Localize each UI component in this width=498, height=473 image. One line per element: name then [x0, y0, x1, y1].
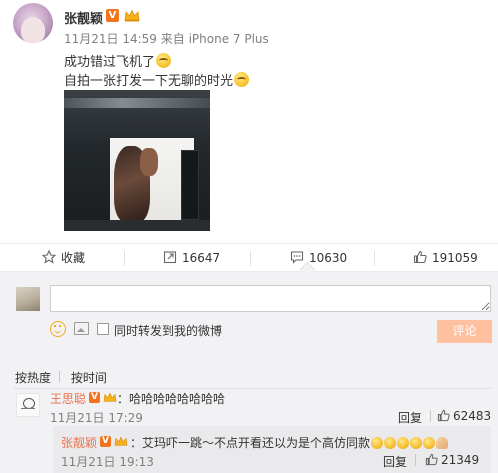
sort-by-time-tab[interactable]: 按时间: [71, 371, 107, 385]
laughing-emoji-icon: [410, 437, 423, 449]
thumbs-up-icon: [437, 409, 450, 422]
my-avatar[interactable]: [16, 287, 40, 311]
photo-hand: [140, 148, 158, 176]
post-text-line: 成功错过飞机了: [64, 51, 172, 70]
vip-crown-icon[interactable]: [103, 392, 117, 403]
post-photo[interactable]: [64, 90, 210, 231]
photo-floor: [64, 220, 210, 231]
clapping-hands-icon: [436, 437, 449, 449]
post-text: 自拍一张打发一下无聊的时光: [64, 74, 234, 89]
reply-text: ：艾玛吓一跳～不点开看还以为是个高仿同款: [130, 436, 371, 450]
replier-name[interactable]: 张靓颖: [61, 434, 97, 451]
laughing-emoji-icon: [423, 437, 436, 449]
weibo-post: 张靓颖 V 11月21日 14:59 来自 iPhone 7 Plus 成功错过…: [0, 0, 498, 243]
laughing-emoji-icon: [397, 437, 410, 449]
divider: [59, 371, 60, 382]
reply-like-count: 21349: [441, 453, 480, 467]
repost-checkbox[interactable]: [97, 323, 109, 335]
sort-by-hot-tab[interactable]: 按热度: [15, 371, 51, 385]
surprised-emoji-icon: [156, 53, 172, 68]
emoji-picker-icon[interactable]: [50, 321, 66, 337]
divider: [250, 251, 251, 266]
divider: [415, 454, 416, 466]
repost-icon: [163, 251, 177, 264]
sort-bar: 按热度 按时间: [15, 369, 123, 386]
divider: [14, 388, 491, 389]
like-count: 191059: [432, 251, 478, 265]
post-text-line: 自拍一张打发一下无聊的时光: [64, 70, 250, 89]
action-bar: 收藏 16647 10630 191059: [0, 243, 498, 272]
verified-icon[interactable]: V: [106, 9, 119, 22]
commenter-avatar[interactable]: [16, 393, 40, 417]
comment-count: 10630: [309, 251, 348, 265]
comment-input[interactable]: [50, 285, 491, 312]
divider: [124, 251, 125, 266]
vip-crown-icon[interactable]: [124, 9, 140, 22]
reply-reply-button[interactable]: 回复: [383, 453, 407, 470]
laughing-emoji-icon: [384, 437, 397, 449]
comment-button[interactable]: 10630: [290, 244, 347, 272]
star-icon: [42, 250, 56, 264]
divider: [374, 251, 375, 266]
image-upload-icon[interactable]: [74, 322, 89, 335]
laughing-emoji-icon: [371, 437, 384, 449]
comment-text: ：哈哈哈哈哈哈哈哈: [117, 392, 226, 406]
repost-checkbox-label[interactable]: 同时转发到我的微博: [114, 322, 222, 339]
comment-like-count: 62483: [453, 409, 492, 423]
comment-time: 11月21日 17:29: [50, 411, 143, 425]
post-meta: 11月21日 14:59 来自 iPhone 7 Plus: [64, 32, 269, 46]
reply-text-line: ：艾玛吓一跳～不点开看还以为是个高仿同款: [130, 434, 449, 451]
divider: [430, 410, 431, 422]
verified-icon[interactable]: V: [89, 392, 100, 403]
author-avatar[interactable]: [13, 3, 53, 43]
like-button[interactable]: 191059: [413, 244, 478, 272]
photo-ceiling: [64, 98, 210, 108]
post-text: 成功错过飞机了: [64, 55, 156, 70]
comment-reply-button[interactable]: 回复: [398, 409, 422, 426]
thumbs-up-icon: [425, 453, 438, 466]
comment-like-button[interactable]: 62483: [437, 409, 491, 423]
favorite-button[interactable]: 收藏: [42, 244, 85, 272]
favorite-label: 收藏: [61, 251, 86, 265]
repost-count: 16647: [182, 251, 221, 265]
reply-time: 11月21日 19:13: [61, 455, 154, 469]
photo-doorway: [181, 150, 199, 220]
submit-comment-button[interactable]: 评论: [437, 320, 492, 343]
verified-icon[interactable]: V: [100, 436, 111, 447]
commenter-name[interactable]: 王思聪: [50, 390, 86, 407]
nested-reply: 张靓颖 V ：艾玛吓一跳～不点开看还以为是个高仿同款 11月21日 19:13 …: [53, 426, 491, 473]
repost-button[interactable]: 16647: [163, 244, 220, 272]
bored-emoji-icon: [234, 72, 250, 87]
author-name[interactable]: 张靓颖: [64, 8, 103, 27]
comment-panel: 同时转发到我的微博 评论 按热度 按时间 王思聪 V ：哈哈哈哈哈哈哈哈 11月…: [0, 272, 498, 473]
vip-crown-icon[interactable]: [114, 436, 128, 447]
thumbs-up-icon: [413, 250, 427, 264]
reply-like-button[interactable]: 21349: [425, 453, 479, 467]
comment-icon: [290, 251, 304, 264]
